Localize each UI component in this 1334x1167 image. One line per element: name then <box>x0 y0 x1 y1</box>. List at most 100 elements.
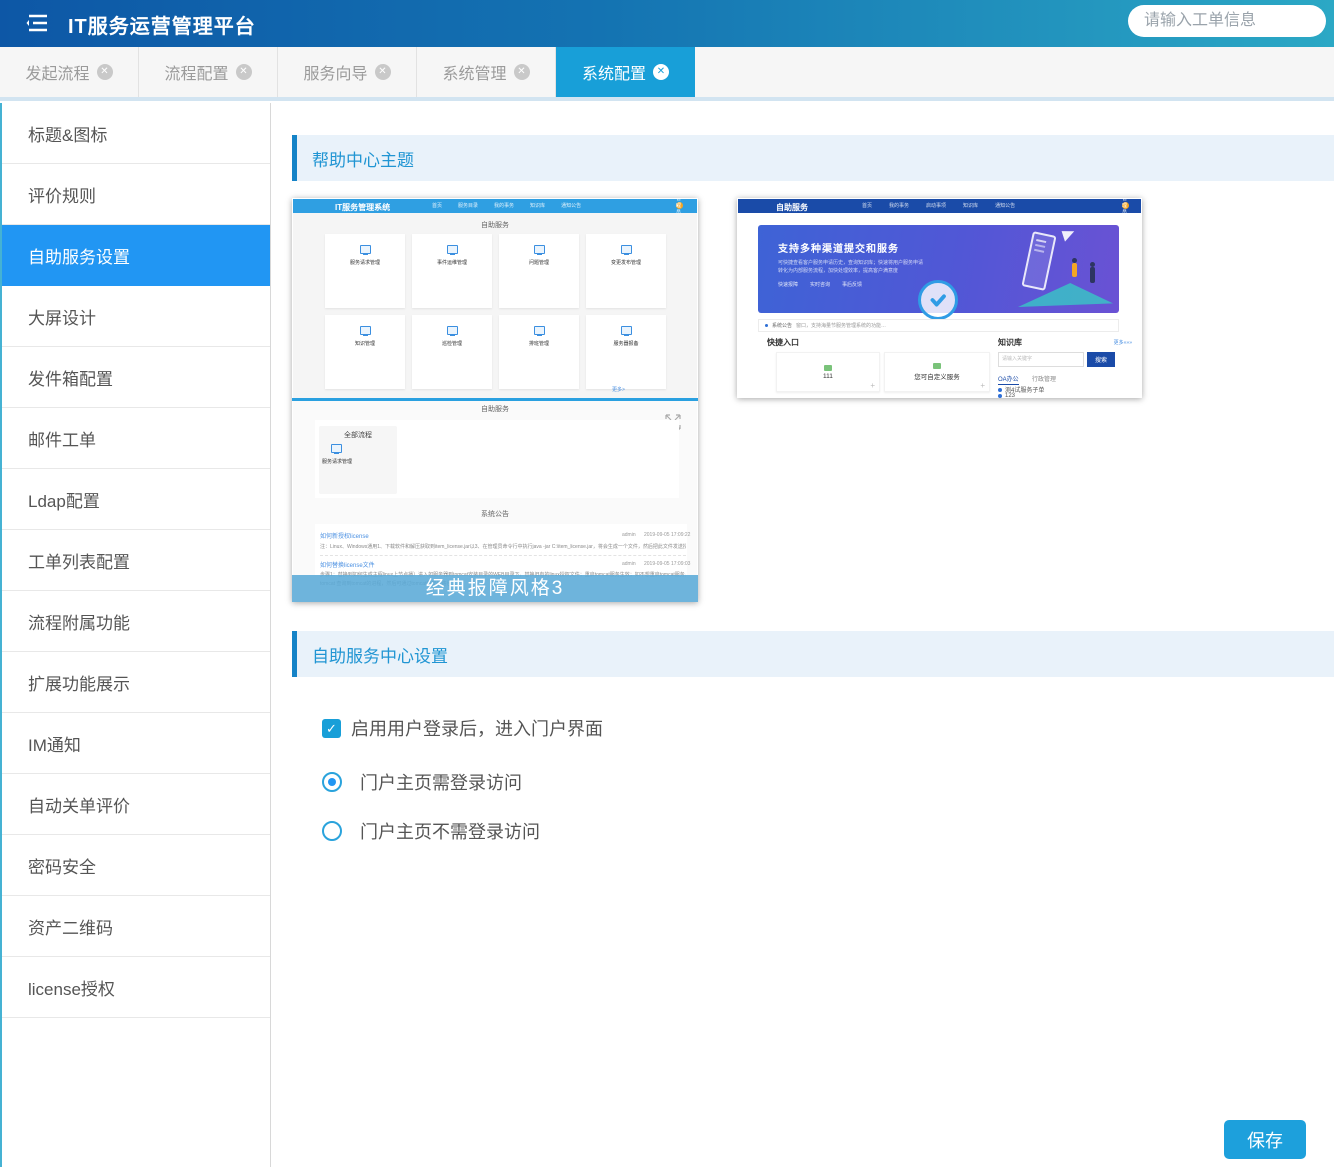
sidebar-item-title-icon[interactable]: 标题&图标 <box>2 103 270 164</box>
banner-desc: 转化为内部服务流程，加快处理效率，提高客户满意度 <box>778 267 898 274</box>
preview-card: 服务请求管理 <box>325 234 405 308</box>
image-icon <box>933 363 941 369</box>
page-title: IT服务运营管理平台 <box>68 10 256 39</box>
image-icon <box>824 365 832 371</box>
kb-title: 知识库 <box>998 337 1022 348</box>
checkbox-checked[interactable]: ✓ <box>322 719 341 738</box>
radio-need-login-row: 门户主页需登录访问 <box>322 769 522 795</box>
selected-check-badge <box>918 280 958 320</box>
theme-thumbnail-classic[interactable]: IT服务管理系统 管理员 ▾ 首页 服务目录 我的事务 知识库 通知公告 自助服… <box>292 198 698 602</box>
ticket-search-input[interactable] <box>1128 5 1326 37</box>
monitor-icon <box>331 444 342 453</box>
dot-icon <box>998 394 1002 398</box>
section-header-center-settings: 自助服务中心设置 <box>292 631 1334 677</box>
sidebar-item-process-attach[interactable]: 流程附属功能 <box>2 591 270 652</box>
tab-system-manage[interactable]: 系统管理 ✕ <box>417 47 556 97</box>
tab-bar: 发起流程 ✕ 流程配置 ✕ 服务向导 ✕ 系统管理 ✕ 系统配置 ✕ <box>0 47 1334 101</box>
preview-user: 管理员 ▾ <box>676 202 683 209</box>
announcement-link: 如何新授权license <box>320 531 369 540</box>
theme-thumbnail-modern-selected[interactable]: 自助服务 管理员 首页 我的事务 启动事项 知识库 通知公告 支持多种渠道提交和… <box>737 198 1142 398</box>
sidebar-item-password-security[interactable]: 密码安全 <box>2 835 270 896</box>
close-icon[interactable]: ✕ <box>653 64 669 80</box>
dot-icon <box>998 388 1002 392</box>
tab-start-process[interactable]: 发起流程 ✕ <box>0 47 139 97</box>
monitor-icon <box>621 245 632 254</box>
sidebar-item-mail-ticket[interactable]: 邮件工单 <box>2 408 270 469</box>
radio-selected[interactable] <box>322 772 342 792</box>
sidebar-item-bigscreen-design[interactable]: 大屏设计 <box>2 286 270 347</box>
radio-label: 门户主页需登录访问 <box>360 769 522 795</box>
announcement-link: 如何替换license文件 <box>320 560 375 569</box>
tab-label: 服务向导 <box>303 60 367 84</box>
person-illustration <box>1072 263 1077 277</box>
tools-icon <box>447 326 458 335</box>
tab-label: 发起流程 <box>25 60 89 84</box>
preview-card: 问题管理 <box>499 234 579 308</box>
sidebar-item-extend-features[interactable]: 扩展功能展示 <box>2 652 270 713</box>
preview-title: IT服务管理系统 <box>335 202 390 213</box>
tab-service-guide[interactable]: 服务向导 ✕ <box>278 47 417 97</box>
tab-label: 系统配置 <box>582 60 646 84</box>
sidebar-item-self-service-settings[interactable]: 自助服务设置 <box>2 225 270 286</box>
kb-tab: OA办公 <box>998 374 1019 385</box>
preview-section2-title: 自助服务 <box>292 404 698 414</box>
monitor-icon <box>447 245 458 254</box>
sidebar-item-im-notify[interactable]: IM通知 <box>2 713 270 774</box>
radio-no-login-row: 门户主页不需登录访问 <box>322 818 540 844</box>
announcement-author: admin <box>622 561 636 567</box>
close-icon[interactable]: ✕ <box>97 64 113 80</box>
preview-card: 知识管理 <box>325 315 405 389</box>
preview-card: 变更发布管理 <box>586 234 666 308</box>
menu-collapse-icon[interactable] <box>26 12 50 34</box>
preview-notice-bar: 系统公告 窗口，支持海量节服务管理系统的功能… <box>758 319 1119 332</box>
sidebar-item-outbox-config[interactable]: 发件箱配置 <box>2 347 270 408</box>
close-icon[interactable]: ✕ <box>514 64 530 80</box>
preview-flow-group: 全部流程 服务请求管理 <box>319 426 397 494</box>
notice-text: 窗口，支持海量节服务管理系统的功能… <box>796 322 886 329</box>
kb-search-input: 请输入关键字 <box>998 352 1084 367</box>
phone-illustration <box>1021 231 1056 291</box>
sidebar-item-ticket-list-config[interactable]: 工单列表配置 <box>2 530 270 591</box>
plus-icon: + <box>870 381 875 390</box>
banner-points: 快速报障 实时咨询 事后反馈 <box>778 281 862 288</box>
person-illustration <box>1090 267 1095 283</box>
divider <box>320 555 686 556</box>
close-icon[interactable]: ✕ <box>375 64 391 80</box>
dot-icon <box>765 324 768 327</box>
quick-card: 您可自定义服务 + <box>884 352 990 392</box>
announcement-time: 2019-09-05 17:09:03 <box>644 561 690 567</box>
preview-card: 服务器报备 <box>586 315 666 389</box>
preview-card-grid: 服务请求管理 事件运维管理 问题管理 变更发布管理 知识管理 巡检管理 排班管理… <box>325 234 666 389</box>
kb-tab: 行政管理 <box>1032 374 1056 383</box>
preview-user: 管理员 <box>1122 202 1129 209</box>
checkbox-label: 启用用户登录后，进入门户界面 <box>351 715 603 741</box>
check-icon <box>927 289 949 311</box>
monitor-icon <box>621 326 632 335</box>
announcement-body: 注：Linux、Windows通用1、下载软件和解压获取到item_licens… <box>320 543 686 550</box>
preview-card: 排班管理 <box>499 315 579 389</box>
section-header-help-theme: 帮助中心主题 <box>292 135 1334 181</box>
sidebar-item-asset-qrcode[interactable]: 资产二维码 <box>2 896 270 957</box>
sidebar-item-ldap-config[interactable]: Ldap配置 <box>2 469 270 530</box>
section-title: 帮助中心主题 <box>312 146 414 171</box>
sidebar-item-auto-close-rating[interactable]: 自动关单评价 <box>2 774 270 835</box>
sidebar-item-rating-rules[interactable]: 评价规则 <box>2 164 270 225</box>
sidebar-item-license[interactable]: license授权 <box>2 957 270 1018</box>
kb-more-link: 更多»»» <box>1114 339 1132 346</box>
close-icon[interactable]: ✕ <box>236 64 252 80</box>
tab-system-config[interactable]: 系统配置 ✕ <box>556 47 695 97</box>
radio-unselected[interactable] <box>322 821 342 841</box>
radio-dot <box>328 778 336 786</box>
theme-caption: 经典报障风格3 <box>292 575 698 602</box>
lock-icon <box>360 326 371 335</box>
monitor-icon <box>534 326 545 335</box>
preview-card: 巡检管理 <box>412 315 492 389</box>
flow-group-title: 全部流程 <box>319 430 397 440</box>
main-panel: 帮助中心主题 IT服务管理系统 管理员 ▾ 首页 服务目录 我的事务 知识库 通… <box>272 103 1334 1167</box>
tab-label: 系统管理 <box>442 60 506 84</box>
preview-nav: 首页 服务目录 我的事务 知识库 通知公告 <box>432 202 581 209</box>
save-button[interactable]: 保存 <box>1224 1120 1306 1159</box>
preview-title: 自助服务 <box>776 202 808 213</box>
tab-process-config[interactable]: 流程配置 ✕ <box>139 47 278 97</box>
radio-label: 门户主页不需登录访问 <box>360 818 540 844</box>
